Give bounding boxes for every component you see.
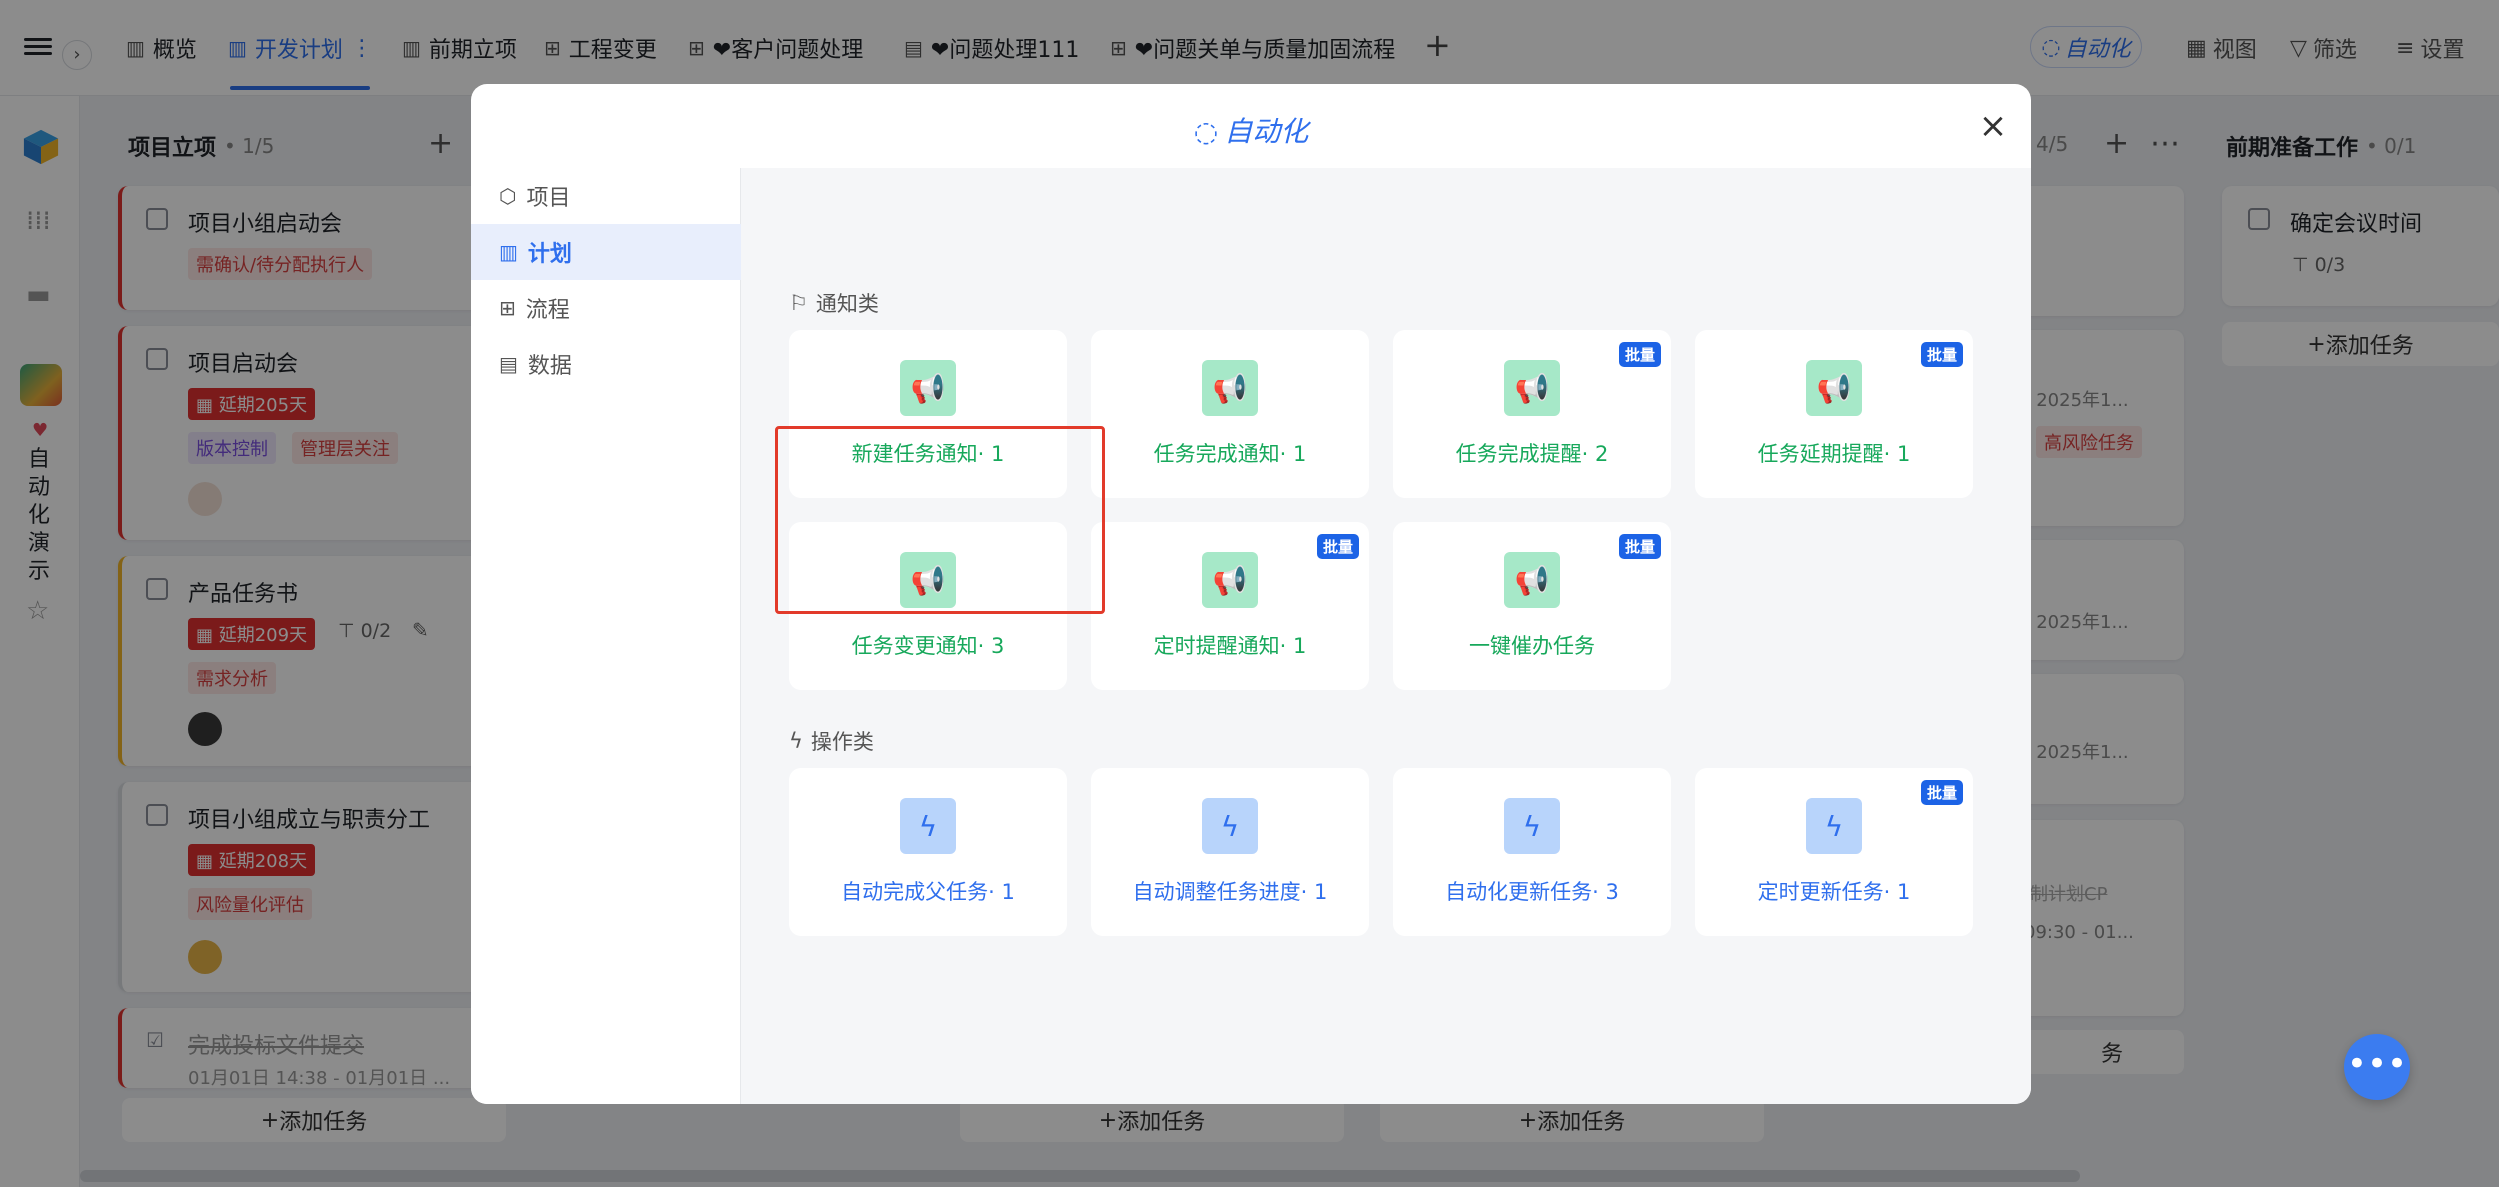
- automation-card-task-done-notify[interactable]: 📢 任务完成通知· 1: [1091, 330, 1369, 498]
- batch-badge: 批量: [1618, 534, 1661, 559]
- lightning-icon: ϟ: [789, 729, 803, 753]
- automation-icon: ◌: [1193, 115, 1219, 148]
- section-header-notify: ⚐ 通知类: [789, 291, 879, 316]
- megaphone-icon: 📢: [1504, 360, 1560, 416]
- modal-content: ⚐ 通知类 📢 新建任务通知· 1 📢 任务完成通知· 1 批量 📢 任务完成提醒…: [741, 168, 2031, 1104]
- megaphone-icon: ⚐: [789, 291, 808, 315]
- automation-card-auto-complete-parent[interactable]: ϟ 自动完成父任务· 1: [789, 768, 1067, 936]
- plan-icon: ▥: [499, 240, 518, 264]
- nav-item-flow[interactable]: ⊞ 流程: [471, 280, 741, 336]
- lightning-icon: ϟ: [1504, 798, 1560, 854]
- batch-badge: 批量: [1618, 342, 1661, 367]
- highlight-box: [775, 426, 1105, 614]
- lightning-icon: ϟ: [900, 798, 956, 854]
- automation-modal: ◌ 自动化 × ⬡ 项目 ▥ 计划 ⊞ 流程 ▤ 数据 ⚐ 通知类 📢 新建任务通知· 1 …: [471, 84, 2031, 1104]
- lightning-icon: ϟ: [1202, 798, 1258, 854]
- nav-item-project[interactable]: ⬡ 项目: [471, 168, 741, 224]
- batch-badge: 批量: [1920, 780, 1963, 805]
- megaphone-icon: 📢: [1202, 552, 1258, 608]
- lightning-icon: ϟ: [1806, 798, 1862, 854]
- automation-card-task-done-remind[interactable]: 批量 📢 任务完成提醒· 2: [1393, 330, 1671, 498]
- megaphone-icon: 📢: [1806, 360, 1862, 416]
- nav-item-plan[interactable]: ▥ 计划: [471, 224, 741, 280]
- modal-title: ◌ 自动化: [1193, 115, 1309, 148]
- automation-card-scheduled-remind[interactable]: 批量 📢 定时提醒通知· 1: [1091, 522, 1369, 690]
- modal-nav: ⬡ 项目 ▥ 计划 ⊞ 流程 ▤ 数据: [471, 168, 741, 1104]
- close-icon[interactable]: ×: [1973, 106, 2013, 146]
- automation-card-scheduled-update[interactable]: 批量 ϟ 定时更新任务· 1: [1695, 768, 1973, 936]
- batch-badge: 批量: [1920, 342, 1963, 367]
- section-header-action: ϟ 操作类: [789, 729, 874, 754]
- nav-item-data[interactable]: ▤ 数据: [471, 336, 741, 392]
- megaphone-icon: 📢: [1504, 552, 1560, 608]
- data-icon: ▤: [499, 352, 518, 376]
- automation-card-one-click-urge[interactable]: 批量 📢 一键催办任务: [1393, 522, 1671, 690]
- automation-card-auto-adjust-progress[interactable]: ϟ 自动调整任务进度· 1: [1091, 768, 1369, 936]
- automation-card-auto-update-task[interactable]: ϟ 自动化更新任务· 3: [1393, 768, 1671, 936]
- megaphone-icon: 📢: [1202, 360, 1258, 416]
- chat-fab-button[interactable]: •••: [2344, 1034, 2410, 1100]
- project-icon: ⬡: [499, 184, 517, 208]
- megaphone-icon: 📢: [900, 360, 956, 416]
- flow-icon: ⊞: [499, 296, 516, 320]
- batch-badge: 批量: [1316, 534, 1359, 559]
- automation-card-task-delay-remind[interactable]: 批量 📢 任务延期提醒· 1: [1695, 330, 1973, 498]
